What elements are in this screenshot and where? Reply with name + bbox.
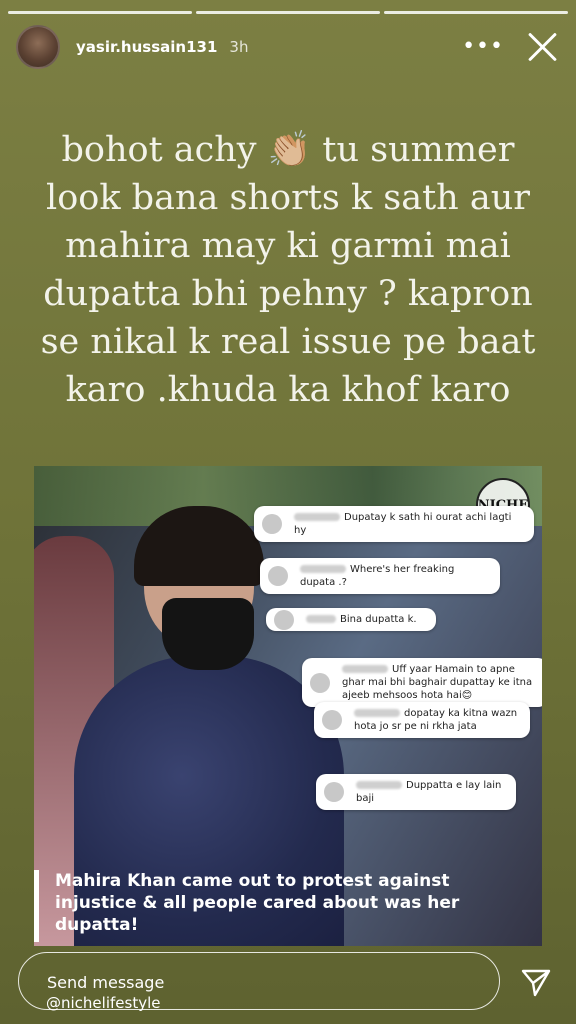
person-hair: [134, 506, 264, 586]
commenter-avatar-icon: [322, 710, 342, 730]
progress-segment: [384, 11, 568, 14]
commenter-avatar-icon: [274, 609, 294, 630]
close-icon[interactable]: [526, 30, 560, 64]
blurred-username: [342, 665, 388, 673]
commenter-avatar-icon: [324, 782, 344, 802]
blurred-username: [356, 781, 402, 789]
comment-bubble: Bina dupatta k.: [266, 608, 436, 631]
banner-accent-bar: [34, 870, 39, 942]
comment-bubble: Dupatay k sath hi ourat achi lagti hy: [254, 506, 534, 542]
avatar-icon[interactable]: [16, 25, 60, 69]
blurred-username: [354, 709, 400, 717]
mention-tag[interactable]: @nichelifestyle: [46, 994, 160, 1012]
username[interactable]: yasir.hussain131: [76, 38, 217, 56]
commenter-avatar-icon: [262, 514, 282, 534]
progress-segment: [8, 11, 192, 14]
commenter-avatar-icon: [268, 566, 288, 586]
comment-bubble: dopatay ka kitna wazn hota jo sr pe ni r…: [314, 702, 530, 738]
blurred-username: [294, 513, 340, 521]
comment-text: Bina dupatta k.: [340, 614, 417, 625]
story-caption: bohot achy 👏🏼 tu summer look bana shorts…: [40, 130, 536, 410]
comment-bubble: Where's her freaking dupata .?: [260, 558, 500, 594]
more-icon[interactable]: •••: [462, 34, 504, 59]
story-header: yasir.hussain131 3h •••: [16, 24, 560, 70]
post-banner: Mahira Khan came out to protest against …: [34, 870, 494, 942]
send-message-placeholder: Send message: [47, 973, 165, 992]
blurred-username: [306, 615, 336, 623]
story-progress: [8, 11, 568, 14]
progress-segment: [196, 11, 380, 14]
commenter-avatar-icon: [310, 672, 330, 693]
send-icon[interactable]: [520, 966, 552, 998]
timestamp: 3h: [229, 38, 249, 56]
banner-text: Mahira Khan came out to protest against …: [55, 871, 460, 935]
comment-bubble: Duppatta e lay lain baji: [316, 774, 516, 810]
face-mask: [162, 598, 254, 670]
blurred-username: [300, 565, 346, 573]
comment-bubble: Uff yaar Hamain to apne ghar mai bhi bag…: [302, 658, 542, 707]
